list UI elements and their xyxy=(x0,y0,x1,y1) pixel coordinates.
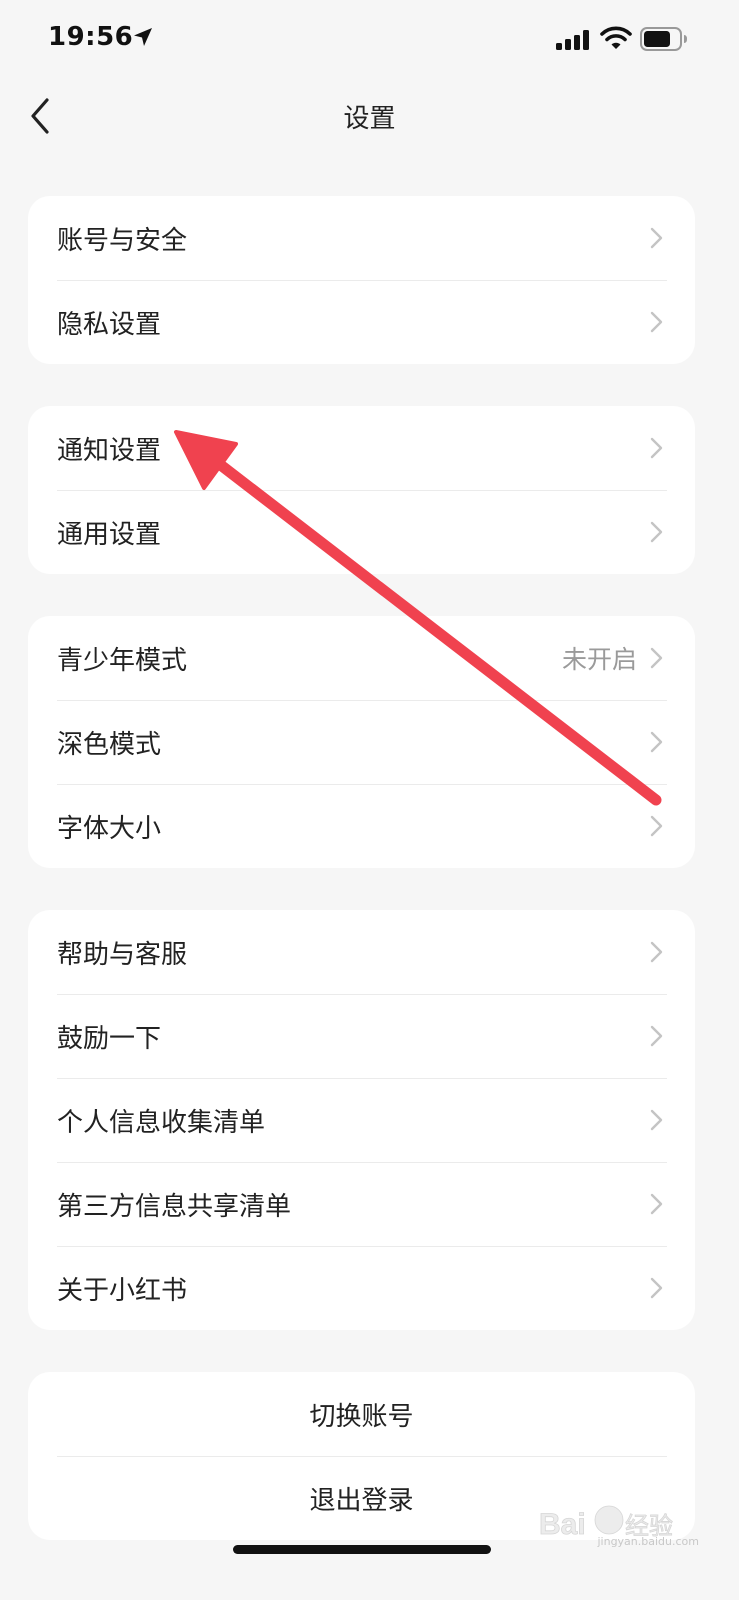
settings-item-label: 账号与安全 xyxy=(57,225,188,256)
settings-item-label: 字体大小 xyxy=(57,813,162,844)
settings-item-label: 第三方信息共享清单 xyxy=(57,1191,292,1222)
chevron-right-icon xyxy=(650,227,663,249)
status-time: 19:56 xyxy=(48,22,134,52)
wifi-icon xyxy=(600,26,632,49)
settings-item-label: 帮助与客服 xyxy=(57,939,188,970)
page-title: 设置 xyxy=(343,104,396,134)
chevron-right-icon xyxy=(650,311,663,333)
settings-item-label: 鼓励一下 xyxy=(57,1023,162,1054)
settings-item-about[interactable]: 关于小红书 xyxy=(28,1246,695,1330)
chevron-right-icon xyxy=(650,815,663,837)
signal-icon xyxy=(556,30,589,50)
settings-item-label: 通用设置 xyxy=(57,519,162,550)
chevron-right-icon xyxy=(650,647,663,669)
settings-item-personal-info-list[interactable]: 个人信息收集清单 xyxy=(28,1078,695,1162)
settings-item-label: 关于小红书 xyxy=(57,1275,188,1306)
location-arrow-icon xyxy=(134,28,152,46)
battery-icon xyxy=(640,27,687,51)
chevron-right-icon xyxy=(650,731,663,753)
settings-item-encourage[interactable]: 鼓励一下 xyxy=(28,994,695,1078)
svg-text:Bai: Bai xyxy=(539,1508,586,1541)
watermark-url: jingyan.baidu.com xyxy=(597,1535,699,1548)
logout-label: 退出登录 xyxy=(309,1485,414,1516)
settings-item-help[interactable]: 帮助与客服 xyxy=(28,910,695,994)
settings-item-privacy[interactable]: 隐私设置 xyxy=(28,280,695,364)
settings-item-general[interactable]: 通用设置 xyxy=(28,490,695,574)
settings-item-label: 通知设置 xyxy=(57,435,162,466)
chevron-right-icon xyxy=(650,941,663,963)
settings-item-label: 隐私设置 xyxy=(57,309,162,340)
settings-item-third-party-list[interactable]: 第三方信息共享清单 xyxy=(28,1162,695,1246)
settings-item-dark-mode[interactable]: 深色模式 xyxy=(28,700,695,784)
teen-mode-status: 未开启 xyxy=(561,645,637,674)
switch-account-button[interactable]: 切换账号 xyxy=(28,1372,695,1456)
settings-group-account: 账号与安全 隐私设置 xyxy=(28,196,695,364)
status-bar: 19:56 xyxy=(0,0,739,80)
chevron-right-icon xyxy=(650,1109,663,1131)
chevron-right-icon xyxy=(650,1277,663,1299)
settings-group-display: 青少年模式 未开启 深色模式 字体大小 xyxy=(28,616,695,868)
chevron-right-icon xyxy=(650,437,663,459)
settings-item-notifications[interactable]: 通知设置 xyxy=(28,406,695,490)
settings-group-notifications: 通知设置 通用设置 xyxy=(28,406,695,574)
chevron-right-icon xyxy=(650,521,663,543)
settings-screen: 19:56 设置 账号与安全 隐私设置 通知设置 通用设置 青少年模式 未开启 … xyxy=(0,0,739,1600)
nav-bar: 设置 xyxy=(0,80,739,152)
settings-item-account-security[interactable]: 账号与安全 xyxy=(28,196,695,280)
settings-item-label: 个人信息收集清单 xyxy=(57,1107,266,1138)
chevron-right-icon xyxy=(650,1193,663,1215)
settings-item-teen-mode[interactable]: 青少年模式 未开启 xyxy=(28,616,695,700)
settings-group-about: 帮助与客服 鼓励一下 个人信息收集清单 第三方信息共享清单 关于小红书 xyxy=(28,910,695,1330)
settings-item-label: 青少年模式 xyxy=(57,645,188,676)
settings-item-font-size[interactable]: 字体大小 xyxy=(28,784,695,868)
home-indicator[interactable] xyxy=(233,1545,491,1554)
settings-item-label: 深色模式 xyxy=(57,729,162,760)
chevron-right-icon xyxy=(650,1025,663,1047)
switch-account-label: 切换账号 xyxy=(309,1401,414,1432)
